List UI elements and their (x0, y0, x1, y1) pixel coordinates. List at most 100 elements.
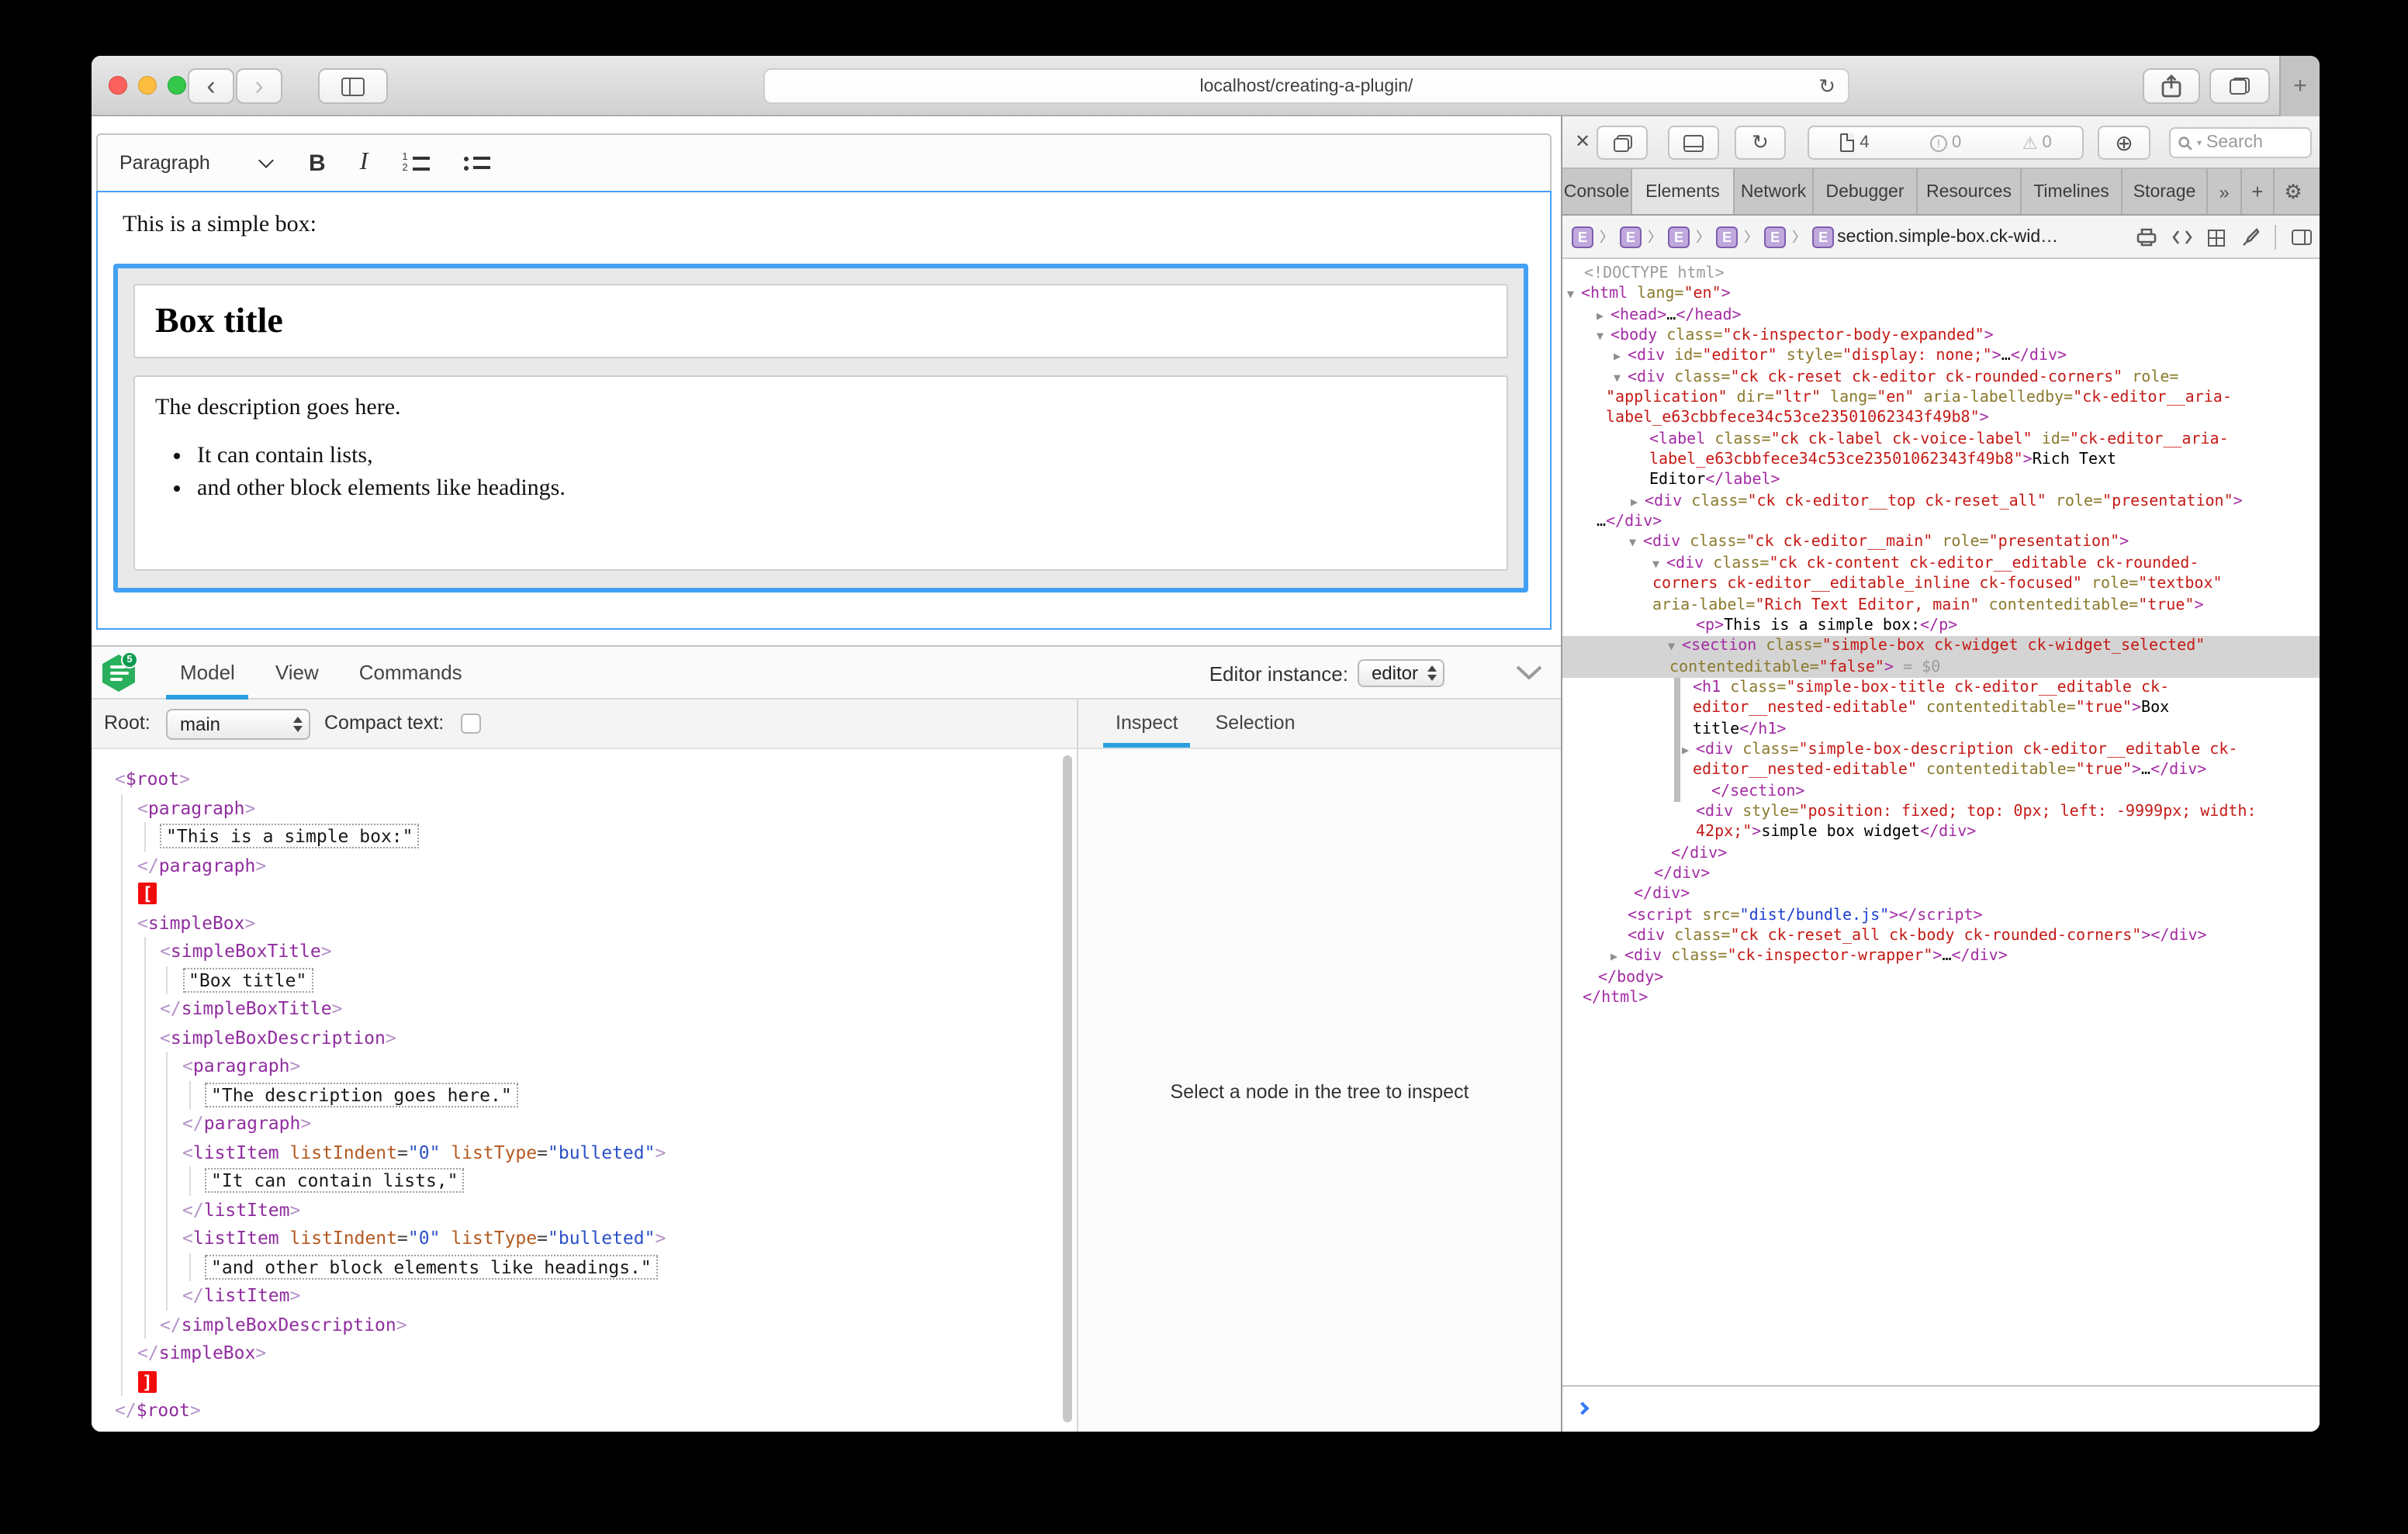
dom-tree-node[interactable]: aria-label="Rich Text Editor, main" cont… (1562, 595, 2320, 616)
devtools-tab-elements[interactable]: Elements (1632, 169, 1735, 214)
dom-tree-node[interactable]: <!DOCTYPE html> (1562, 264, 2320, 285)
show-tabs-button[interactable] (2209, 68, 2270, 104)
simple-box-widget[interactable]: Box title The description goes here. It … (113, 264, 1528, 593)
devtools-search-field[interactable]: ▾ Search (2169, 127, 2312, 158)
devtools-tab-debugger[interactable]: Debugger (1814, 169, 1918, 214)
devtools-settings-button[interactable]: ⚙ (2275, 169, 2312, 214)
breadcrumb-element-badge[interactable]: E (1764, 226, 1786, 247)
inspector-tab-model[interactable]: Model (160, 647, 255, 700)
model-tree-node[interactable]: </paragraph> (92, 1109, 1077, 1138)
dom-tree-node[interactable]: </div> (1562, 843, 2320, 864)
dom-tree-node[interactable]: ▶<div id="editor" style="display: none;"… (1562, 347, 2320, 368)
model-tree-node[interactable]: </simpleBoxDescription> (92, 1310, 1077, 1339)
dock-devtools-button[interactable] (1668, 126, 1719, 160)
styles-brush-icon[interactable] (2240, 228, 2259, 247)
dom-tree-node[interactable]: ▼<div class="ck ck-reset ck-editor ck-ro… (1562, 367, 2320, 388)
model-tree-node[interactable]: "The description goes here." (92, 1080, 1077, 1109)
reload-icon[interactable]: ↻ (1818, 74, 1835, 99)
simple-box-description[interactable]: The description goes here. It can contai… (133, 375, 1508, 571)
dom-tree-node[interactable]: ▼<div class="ck ck-editor__main" role="p… (1562, 533, 2320, 554)
compact-text-checkbox[interactable] (461, 713, 481, 734)
grid-view-icon[interactable] (2208, 229, 2225, 246)
share-button[interactable] (2143, 68, 2200, 104)
dom-tree-node[interactable]: <script src="dist/bundle.js"></script> (1562, 905, 2320, 926)
inspector-tab-view[interactable]: View (255, 647, 339, 700)
devtools-tab-timelines[interactable]: Timelines (2022, 169, 2123, 214)
model-tree-node[interactable]: <paragraph> (92, 1052, 1077, 1080)
sidebar-button[interactable] (318, 68, 388, 104)
bulleted-list-button[interactable] (464, 156, 490, 170)
dom-tree-node[interactable]: Editor</label> (1562, 471, 2320, 492)
dom-tree-node[interactable]: corners ck-editor__editable_inline ck-fo… (1562, 574, 2320, 595)
element-picker-button[interactable]: ⊕ (2098, 126, 2150, 160)
model-tree-node[interactable]: <paragraph> (92, 793, 1077, 822)
dom-tree-node[interactable]: ▶<div class="ck-inspector-wrapper">…</di… (1562, 947, 2320, 968)
devtools-tab-console[interactable]: Console (1562, 169, 1632, 214)
simple-box-title[interactable]: Box title (133, 284, 1508, 358)
close-devtools-button[interactable]: ✕ (1575, 130, 1590, 152)
dom-tree-node[interactable]: </div> (1562, 864, 2320, 885)
minimize-window-button[interactable] (138, 76, 157, 95)
dom-tree-node[interactable]: </div> (1562, 885, 2320, 906)
model-tree-node[interactable]: </paragraph> (92, 851, 1077, 879)
heading-dropdown[interactable]: Paragraph (119, 152, 275, 174)
breadcrumb-selected-node[interactable]: section.simple-box.ck-wid… (1837, 227, 2058, 246)
dom-tree-node[interactable]: 42px;">simple box widget</div> (1562, 823, 2320, 844)
dom-tree-node[interactable]: contenteditable="false"> = $0 (1562, 657, 2320, 678)
numbered-list-button[interactable]: 1 2 (402, 154, 430, 171)
bold-button[interactable]: B (309, 150, 326, 176)
model-tree-node[interactable]: <simpleBoxDescription> (92, 1023, 1077, 1052)
editable-area[interactable]: This is a simple box: Box title The desc… (96, 191, 1552, 630)
resource-status-button[interactable]: 4 !0 ⚠0 (1808, 126, 2084, 160)
dom-tree-node[interactable]: …</div> (1562, 512, 2320, 533)
code-brackets-icon[interactable] (2172, 230, 2192, 245)
dom-tree-node[interactable]: ▼<section class="simple-box ck-widget ck… (1562, 636, 2320, 657)
italic-button[interactable]: I (360, 149, 368, 177)
dom-tree-node[interactable]: "application" dir="ltr" lang="en" aria-l… (1562, 388, 2320, 409)
model-tree-node[interactable]: "It can contain lists," (92, 1166, 1077, 1195)
root-select[interactable]: main (166, 709, 310, 740)
new-tab-button[interactable]: + (2279, 56, 2320, 116)
address-bar[interactable]: localhost/creating-a-plugin/ ↻ (763, 68, 1849, 104)
zoom-window-button[interactable] (168, 76, 186, 95)
breadcrumb-element-badge[interactable]: E (1716, 226, 1738, 247)
tree-scrollbar[interactable] (1063, 755, 1072, 1422)
inspector-tab-commands[interactable]: Commands (339, 647, 483, 700)
model-tree-node[interactable]: <simpleBox> (92, 908, 1077, 937)
devtools-tab-network[interactable]: Network (1735, 169, 1814, 214)
console-prompt[interactable] (1562, 1385, 2320, 1432)
breadcrumb-element-badge[interactable]: E (1812, 226, 1834, 247)
detach-devtools-button[interactable] (1597, 126, 1648, 160)
print-icon[interactable] (2136, 228, 2157, 247)
more-tabs-button[interactable]: » (2208, 169, 2242, 214)
add-devtools-tab-button[interactable]: + (2242, 169, 2275, 214)
dom-tree-node[interactable]: label_e63cbbfece34c53ce23501062343f49b8"… (1562, 409, 2320, 430)
model-tree-node[interactable]: <listItem listIndent="0" listType="bulle… (92, 1224, 1077, 1252)
dom-tree-node[interactable]: </html> (1562, 988, 2320, 1009)
model-tree-node[interactable]: </listItem> (92, 1281, 1077, 1310)
dom-tree-node[interactable]: ▼<div class="ck ck-content ck-editor__ed… (1562, 554, 2320, 575)
devtools-tab-resources[interactable]: Resources (1918, 169, 2022, 214)
model-tree-node[interactable]: "This is a simple box:" (92, 822, 1077, 851)
model-tree-node[interactable]: </simpleBox> (92, 1339, 1077, 1367)
dom-tree-node[interactable]: label_e63cbbfece34c53ce23501062343f49b8"… (1562, 450, 2320, 471)
dom-tree-node[interactable]: <label class="ck ck-label ck-voice-label… (1562, 430, 2320, 451)
model-tree-node[interactable]: </listItem> (92, 1195, 1077, 1224)
dom-tree-node[interactable]: </body> (1562, 967, 2320, 988)
model-tree-node[interactable]: <listItem listIndent="0" listType="bulle… (92, 1138, 1077, 1166)
side-tab-inspect[interactable]: Inspect (1097, 700, 1197, 748)
side-tab-selection[interactable]: Selection (1197, 700, 1314, 748)
editor-instance-select[interactable]: editor (1358, 659, 1444, 687)
model-tree-node[interactable]: <$root> (92, 765, 1077, 793)
breadcrumb-element-badge[interactable]: E (1572, 226, 1593, 247)
dom-tree-node[interactable]: ▼<html lang="en"> (1562, 285, 2320, 306)
dom-tree-node[interactable]: ▶<div class="ck ck-editor__top ck-reset_… (1562, 492, 2320, 513)
model-tree-node[interactable]: <simpleBoxTitle> (92, 937, 1077, 966)
model-tree-node[interactable]: ] (92, 1367, 1077, 1396)
breadcrumb-element-badge[interactable]: E (1620, 226, 1642, 247)
model-tree-node[interactable]: "Box title" (92, 966, 1077, 994)
dom-tree-node[interactable]: ▶<head>…</head> (1562, 305, 2320, 326)
dom-tree-node[interactable]: ▼<body class="ck-inspector-body-expanded… (1562, 326, 2320, 347)
breadcrumb-element-badge[interactable]: E (1668, 226, 1690, 247)
model-tree-node[interactable]: "and other block elements like headings.… (92, 1252, 1077, 1281)
